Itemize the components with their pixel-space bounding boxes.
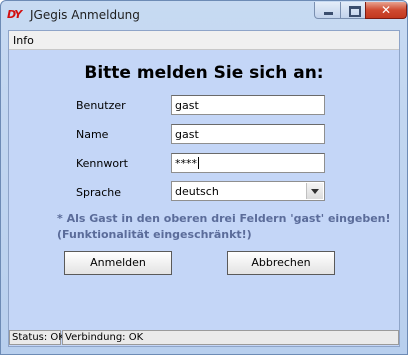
minimize-icon [324,12,333,15]
password-input[interactable]: **** [171,153,325,173]
maximize-icon [349,6,361,17]
login-button[interactable]: Anmelden [64,251,172,275]
name-label: Name [76,128,109,141]
cancel-button[interactable]: Abbrechen [227,251,335,275]
language-select-value: deutsch [175,185,219,198]
dialog-client-area: Info Bitte melden Sie sich an: Benutzer … [8,30,400,347]
title-bar[interactable]: DY JGegis Anmeldung ✕ [1,1,407,29]
name-input-value: gast [175,128,199,141]
password-label: Kennwort [76,157,128,170]
guest-hint-note: (Funktionalität eingeschränkt!) [57,228,252,241]
close-button[interactable]: ✕ [365,2,407,19]
minimize-button[interactable] [314,2,341,19]
language-select[interactable]: deutsch [171,181,325,201]
menu-item-info[interactable]: Info [13,34,34,47]
text-caret [198,157,199,169]
menu-bar: Info [9,31,399,50]
login-window: DY JGegis Anmeldung ✕ Info Bitte melden … [0,0,408,355]
language-label: Sprache [76,186,122,199]
window-title: JGegis Anmeldung [30,8,140,22]
status-text: Status: OK [9,330,65,345]
connection-status: Verbindung: OK [62,330,399,345]
status-bar: Status: OK Verbindung: OK [9,328,399,346]
dropdown-button[interactable] [306,183,323,199]
user-input[interactable]: gast [171,95,325,115]
page-title: Bitte melden Sie sich an: [84,63,324,83]
app-icon: DY [7,8,22,21]
name-input[interactable]: gast [171,124,325,144]
close-icon: ✕ [380,3,392,17]
password-input-value: **** [175,157,197,170]
chevron-down-icon [311,189,319,194]
maximize-button[interactable] [340,2,366,19]
user-label: Benutzer [76,99,126,112]
guest-hint: * Als Gast in den oberen drei Feldern 'g… [57,212,391,225]
